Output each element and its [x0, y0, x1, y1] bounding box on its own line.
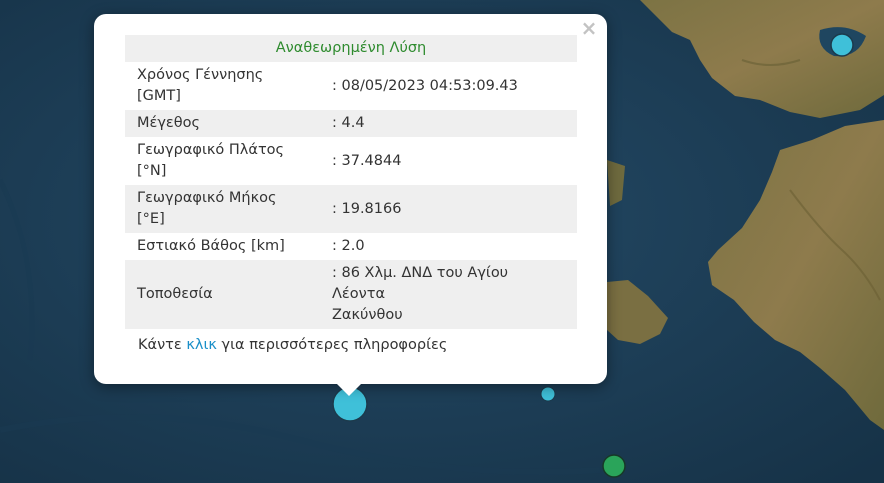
longitude-value: : 19.8166 [332, 200, 402, 217]
table-row-magnitude: Μέγεθος : 4.4 [125, 110, 577, 137]
table-header-row: Αναθεωρημένη Λύση [125, 35, 577, 62]
table-row-origin-time: Χρόνος Γέννησης [GMT] : 08/05/2023 04:53:… [125, 62, 577, 110]
table-row-longitude: Γεωγραφικό Μήκος [°E] : 19.8166 [125, 185, 577, 233]
earthquake-marker-small[interactable] [540, 386, 556, 402]
close-icon[interactable]: × [579, 18, 599, 38]
solution-status: Αναθεωρημένη Λύση [275, 40, 427, 56]
more-info-link[interactable]: κλικ [186, 337, 217, 353]
depth-label: Εστιακό Βάθος [km] [137, 238, 285, 254]
earthquake-info-popup: × Αναθεωρημένη Λύση Χρόνος Γέννησης [GMT]… [94, 14, 607, 384]
latitude-value: : 37.4844 [332, 152, 402, 169]
earthquake-marker-north[interactable] [830, 33, 854, 57]
location-label: Τοποθεσία [137, 286, 213, 302]
magnitude-value: : 4.4 [332, 115, 365, 131]
magnitude-label: Μέγεθος [137, 115, 201, 131]
location-value: : 86 Χλμ. ΔΝΔ του Αγίου Λέοντα Ζακύνθου [332, 265, 509, 323]
earthquake-details-table: Αναθεωρημένη Λύση Χρόνος Γέννησης [GMT] :… [125, 35, 577, 329]
origin-time-value: : 08/05/2023 04:53:09.43 [332, 77, 518, 94]
more-info-line: Κάντε κλικ για περισσότερες πληροφορίες [138, 337, 448, 353]
earthquake-marker-green[interactable] [602, 454, 626, 478]
popup-pointer [336, 383, 362, 396]
depth-value: : 2.0 [332, 238, 365, 254]
longitude-label: Γεωγραφικό Μήκος [°E] [137, 190, 277, 227]
table-row-latitude: Γεωγραφικό Πλάτος [°N] : 37.4844 [125, 137, 577, 185]
origin-time-label: Χρόνος Γέννησης [GMT] [137, 67, 264, 104]
table-row-depth: Εστιακό Βάθος [km] : 2.0 [125, 233, 577, 260]
table-row-location: Τοποθεσία : 86 Χλμ. ΔΝΔ του Αγίου Λέοντα… [125, 260, 577, 329]
latitude-label: Γεωγραφικό Πλάτος [°N] [137, 142, 285, 179]
